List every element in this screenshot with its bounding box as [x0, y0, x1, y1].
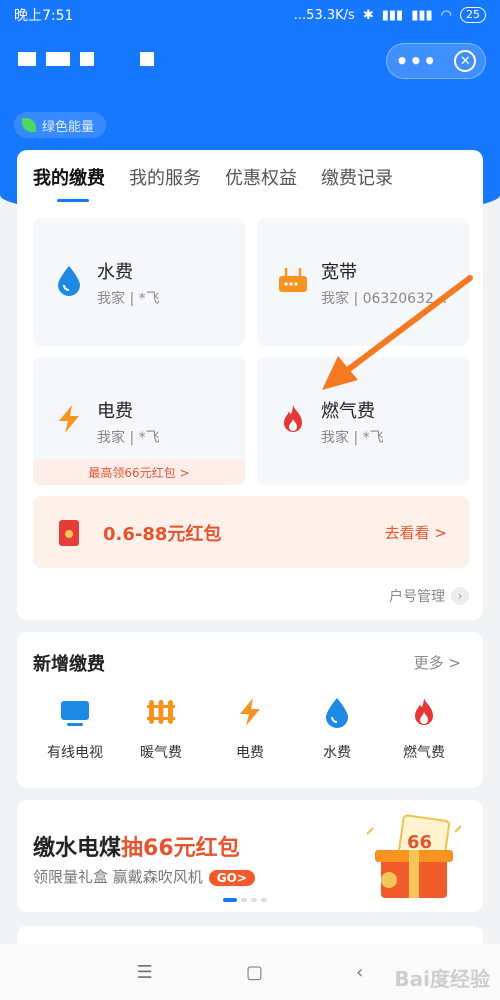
quick-item-label: 水费: [323, 745, 351, 761]
red-packet-amount: 0.6-88元红包: [103, 524, 222, 545]
account-management-label: 户号管理: [389, 589, 445, 605]
more-dots-icon[interactable]: •••: [396, 49, 437, 73]
carousel-dot: [251, 898, 257, 902]
red-envelope-icon: [59, 520, 79, 546]
bill-account: 我家 | *飞: [97, 291, 160, 307]
bluetooth-icon: ✱: [362, 7, 374, 23]
flame-icon: [415, 698, 433, 725]
home-square-icon[interactable]: ▢: [246, 962, 263, 983]
router-icon: [279, 268, 307, 292]
quick-item-label: 有线电视: [47, 745, 103, 761]
bill-name: 水费: [97, 262, 133, 283]
close-circle-icon[interactable]: ✕: [454, 50, 477, 72]
signal-icon-2: ▮▮▮: [411, 7, 433, 23]
my-payments-card: 我的缴费 我的服务 优惠权益 缴费记录 水费 我家 | *飞 宽带 我家 | 0…: [17, 150, 483, 620]
wifi-icon: ◠: [440, 7, 452, 23]
bill-account: 我家 | 06320632...: [321, 291, 448, 307]
mini-program-capsule: ••• ✕: [386, 43, 486, 79]
bill-card-gas[interactable]: 燃气费 我家 | *飞: [257, 357, 469, 485]
status-time: 晚上7:51: [14, 8, 74, 24]
more-link[interactable]: 更多 >: [414, 652, 461, 673]
tab-my-payments[interactable]: 我的缴费: [33, 164, 105, 202]
bill-card-water[interactable]: 水费 我家 | *飞: [33, 218, 245, 346]
quick-item-gas[interactable]: 燃气费: [384, 696, 464, 762]
status-indicators: ...53.3K/s ✱ ▮▮▮ ▮▮▮ ◠ 25: [294, 7, 486, 23]
bill-account: 我家 | *飞: [97, 430, 160, 446]
go-see-link[interactable]: 去看看 >: [385, 522, 447, 543]
quick-item-label: 电费: [236, 745, 264, 761]
tab-payment-records[interactable]: 缴费记录: [321, 164, 393, 202]
account-management-link[interactable]: 户号管理 ›: [389, 586, 469, 606]
tab-my-services[interactable]: 我的服务: [129, 164, 201, 202]
quick-item-cable-tv[interactable]: 有线电视: [35, 696, 115, 762]
bill-name: 电费: [97, 401, 133, 422]
bill-name: 宽带: [321, 262, 357, 283]
signal-icon: ▮▮▮: [381, 7, 404, 23]
battery-icon: 25: [460, 7, 486, 23]
promo-title-plain: 缴水电煤: [33, 836, 122, 861]
water-drop-icon: [58, 266, 80, 296]
new-payment-card: 新增缴费 更多 > 有线电视 暖气费 电费 水费 燃气费: [17, 632, 483, 788]
carousel-dots: [223, 898, 267, 902]
watermark: Bai度经验: [394, 967, 490, 991]
status-bar: 晚上7:51 ...53.3K/s ✱ ▮▮▮ ▮▮▮ ◠ 25: [0, 0, 500, 30]
carousel-dot-active: [223, 898, 237, 902]
promo-title: 缴水电煤抽66元红包: [33, 830, 240, 862]
leaf-icon: [22, 118, 36, 132]
bill-promo-banner[interactable]: 最高领66元红包 >: [33, 459, 245, 485]
tab-bar: 我的缴费 我的服务 优惠权益 缴费记录: [33, 164, 393, 202]
bill-account: 我家 | *飞: [321, 430, 384, 446]
bill-card-electricity[interactable]: 电费 我家 | *飞 最高领66元红包 >: [33, 357, 245, 485]
gift-box-illustration: 66: [366, 814, 462, 898]
lightning-icon: [59, 405, 79, 433]
quick-item-label: 暖气费: [140, 745, 182, 761]
promo-subtitle-text: 领限量礼盒 赢戴森吹风机: [33, 868, 203, 886]
bill-card-broadband[interactable]: 宽带 我家 | 06320632...: [257, 218, 469, 346]
banner-text: 绿色能量: [42, 119, 95, 135]
quick-item-label: 燃气费: [403, 745, 445, 761]
tv-icon: [61, 701, 89, 726]
green-energy-banner[interactable]: 绿色能量: [14, 112, 107, 138]
chevron-right-icon: ›: [451, 587, 469, 605]
flame-icon: [284, 405, 302, 432]
page-title-redacted: [18, 52, 154, 66]
lightning-icon: [240, 698, 260, 726]
carousel-dot: [241, 898, 247, 902]
network-speed: ...53.3K/s: [293, 7, 355, 23]
water-drop-icon: [326, 698, 348, 728]
quick-item-water[interactable]: 水费: [297, 696, 377, 762]
carousel-dot: [261, 898, 267, 902]
tab-benefits[interactable]: 优惠权益: [225, 164, 297, 202]
menu-icon[interactable]: ☰: [137, 962, 153, 983]
radiator-icon: [147, 700, 175, 724]
bill-name: 燃气费: [321, 401, 375, 422]
back-chevron-icon[interactable]: ‹: [356, 962, 363, 983]
quick-item-electricity[interactable]: 电费: [210, 696, 290, 762]
promo-title-highlight: 抽66元红包: [121, 836, 240, 861]
section-title: 新增缴费: [33, 654, 105, 675]
promo-go-button[interactable]: GO>: [208, 870, 255, 886]
promo-banner-card[interactable]: 缴水电煤抽66元红包 领限量礼盒 赢戴森吹风机 GO> 66: [17, 800, 483, 912]
red-packet-banner[interactable]: 0.6-88元红包 去看看 >: [33, 496, 469, 568]
gift-card-text: 66: [407, 832, 432, 853]
quick-item-heating[interactable]: 暖气费: [121, 696, 201, 762]
promo-subtitle: 领限量礼盒 赢戴森吹风机 GO>: [33, 866, 255, 887]
